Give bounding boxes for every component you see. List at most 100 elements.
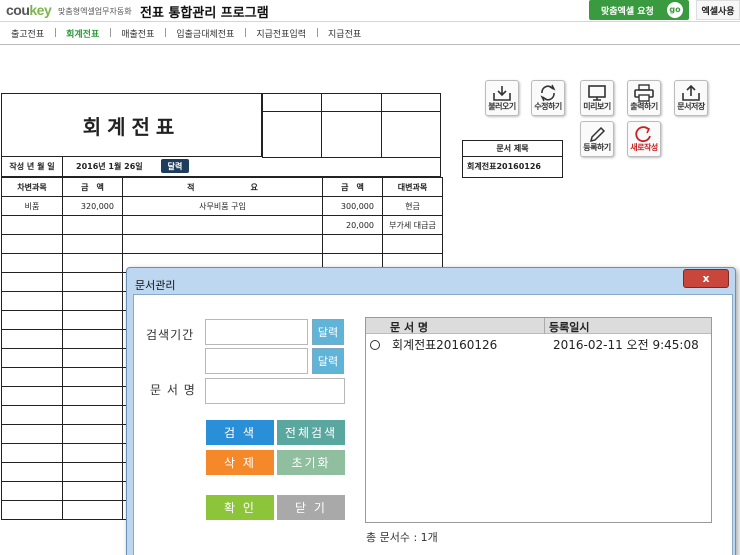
table-cell[interactable] [1,367,63,387]
table-cell[interactable] [62,253,123,273]
table-cell[interactable] [1,310,63,330]
list-item[interactable]: 회계전표20160126 2016-02-11 오전 9:45:08 [366,334,711,352]
table-cell[interactable] [62,215,123,235]
register-label: 등록하기 [583,143,611,152]
new-document-button[interactable]: 새로작성 [627,121,661,157]
approval-cell[interactable] [261,111,323,158]
close-button[interactable]: 닫 기 [276,494,346,521]
table-cell[interactable] [1,424,63,444]
approval-cell[interactable] [380,111,442,158]
table-cell[interactable] [62,386,123,406]
table-cell[interactable] [62,367,123,387]
table-cell[interactable] [1,253,63,273]
table-cell[interactable] [62,424,123,444]
table-cell[interactable] [1,405,63,425]
confirm-button[interactable]: 확 인 [205,494,275,521]
edit-label: 수정하기 [534,102,562,111]
save-document-button[interactable]: 문서저장 [674,80,708,116]
approval-cell[interactable] [321,111,382,158]
print-button[interactable]: 출력하기 [627,80,661,116]
tab-transfer-voucher[interactable]: 입출금대체전표 [165,27,245,40]
new-icon [635,126,651,143]
table-cell[interactable] [122,234,323,254]
search-all-button[interactable]: 전체검색 [276,419,346,446]
table-cell[interactable] [1,329,63,349]
table-row: 비품 320,000 사무비품 구입 300,000 현금 [1,196,443,216]
table-cell[interactable] [1,481,63,501]
table-cell[interactable]: 비품 [1,196,63,216]
custom-excel-request-button[interactable]: 맞춤엑셀 요청 go [589,0,689,20]
document-title-value[interactable]: 회계전표20160126 [463,157,562,172]
end-date-input[interactable] [205,348,308,374]
document-name-input[interactable] [205,378,345,404]
tab-shipping-voucher[interactable]: 출고전표 [0,27,55,40]
edit-button[interactable]: 수정하기 [531,80,565,116]
tab-sales-voucher[interactable]: 매출전표 [110,27,165,40]
document-list[interactable]: 문 서 명 등록일시 회계전표20160126 2016-02-11 오전 9:… [365,317,712,523]
approval-cell[interactable] [380,93,442,112]
table-cell[interactable] [62,462,123,482]
table-cell[interactable] [62,329,123,349]
table-cell[interactable] [62,272,123,292]
table-cell[interactable]: 300,000 [322,196,383,216]
tab-accounting-voucher[interactable]: 회계전표 [55,27,110,40]
table-cell[interactable] [322,234,383,254]
end-calendar-button[interactable]: 달력 [312,348,344,374]
table-cell[interactable] [1,500,63,520]
table-cell[interactable] [62,443,123,463]
list-header: 문 서 명 등록일시 [366,318,711,334]
load-button[interactable]: 불러오기 [485,80,519,116]
table-cell[interactable] [62,481,123,501]
delete-button[interactable]: 삭 제 [205,449,275,476]
table-cell[interactable] [382,234,443,254]
tab-payment-voucher[interactable]: 지급전표 [317,27,372,40]
table-cell[interactable]: 사무비품 구입 [122,196,323,216]
list-item-date: 2016-02-11 오전 9:45:08 [553,338,699,352]
date-value[interactable]: 2016년 1월 26일 [76,161,143,172]
approval-cell[interactable] [321,93,382,112]
select-radio[interactable] [370,340,380,350]
table-cell[interactable] [62,291,123,311]
tab-payment-entry[interactable]: 지급전표입력 [245,27,317,40]
reset-button[interactable]: 초기화 [276,449,346,476]
credit-account-header: 대변과목 [382,177,443,197]
table-cell[interactable] [1,272,63,292]
close-icon[interactable]: x [683,269,729,288]
table-cell[interactable] [1,443,63,463]
table-cell[interactable] [62,310,123,330]
top-bar: coukey 맞춤형엑셀업무자동화 전표 통합관리 프로그램 맞춤엑셀 요청 g… [0,0,740,22]
table-cell[interactable]: 부가세 대급금 [382,215,443,235]
document-title-header: 문서 제목 [463,141,562,157]
description-header: 적 요 [122,177,323,197]
search-button[interactable]: 검 색 [205,419,275,446]
table-cell[interactable]: 현금 [382,196,443,216]
start-calendar-button[interactable]: 달력 [312,319,344,345]
table-cell[interactable] [1,348,63,368]
date-label: 작성 년 월 일 [2,157,63,176]
excel-use-button[interactable]: 엑셀사용 [696,0,740,20]
table-cell[interactable]: 320,000 [62,196,123,216]
preview-button[interactable]: 미리보기 [580,80,614,116]
table-cell[interactable] [1,215,63,235]
table-cell[interactable] [1,462,63,482]
table-row: 20,000 부가세 대급금 [1,215,443,235]
table-cell[interactable] [62,500,123,520]
list-item-name: 회계전표20160126 [392,338,498,352]
table-cell[interactable] [122,215,323,235]
load-icon [493,86,511,101]
table-cell[interactable] [62,348,123,368]
table-cell[interactable] [1,386,63,406]
start-date-input[interactable] [205,319,308,345]
debit-amount-header: 금 액 [62,177,123,197]
table-cell[interactable] [1,291,63,311]
approval-cell[interactable] [261,93,323,112]
dialog-body: 검색기간 달력 달력 문 서 명 검 색 전체검색 삭 제 초기화 확 인 닫 … [133,294,733,555]
table-cell[interactable] [62,234,123,254]
table-cell[interactable] [1,234,63,254]
save-document-label: 문서저장 [677,102,705,111]
register-button[interactable]: 등록하기 [580,121,614,157]
calendar-button[interactable]: 달력 [161,159,189,173]
table-cell[interactable]: 20,000 [322,215,383,235]
table-cell[interactable] [62,405,123,425]
document-management-dialog: 문서관리 x 검색기간 달력 달력 문 서 명 검 색 전체검색 삭 제 초기화… [126,267,736,555]
